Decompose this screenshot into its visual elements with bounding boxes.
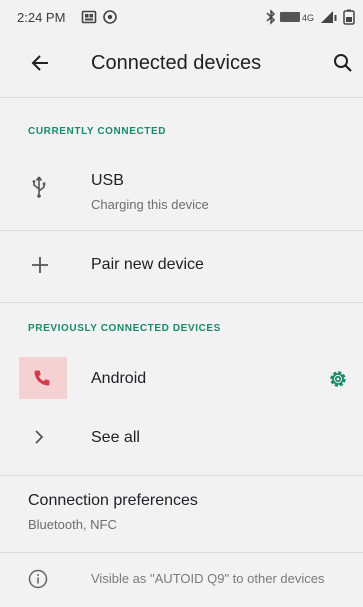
pair-new-device-label: Pair new device	[91, 256, 204, 273]
usb-subtitle: Charging this device	[91, 197, 209, 212]
plus-icon	[30, 255, 50, 275]
connection-preferences-subtitle: Bluetooth, NFC	[28, 517, 117, 532]
divider	[0, 230, 363, 231]
gear-icon[interactable]	[327, 368, 349, 390]
connection-preferences-row[interactable]: Connection preferences Bluetooth, NFC	[0, 480, 363, 542]
divider	[0, 97, 363, 98]
pair-new-device-row[interactable]: Pair new device	[0, 241, 363, 291]
previous-device-row[interactable]: Android	[0, 352, 363, 406]
divider	[0, 475, 363, 476]
info-icon	[27, 568, 49, 590]
section-currently-connected: CURRENTLY CONNECTED	[28, 126, 167, 137]
divider	[0, 302, 363, 303]
connection-preferences-title: Connection preferences	[28, 492, 198, 509]
see-all-row[interactable]: See all	[0, 412, 363, 462]
usb-row[interactable]: USB Charging this device	[0, 160, 363, 226]
usb-icon	[31, 175, 47, 199]
see-all-label: See all	[91, 429, 140, 446]
battery-icon	[342, 9, 356, 25]
volte-4g-icon: 4G	[280, 11, 318, 23]
page-title: Connected devices	[91, 52, 262, 74]
chevron-right-icon	[32, 429, 46, 445]
status-bar: 2:24 PM 4G	[0, 0, 363, 36]
sync-icon	[102, 9, 118, 25]
divider	[0, 552, 363, 553]
phone-icon	[32, 368, 52, 388]
visibility-text: Visible as "AUTOID Q9" to other devices	[91, 571, 325, 586]
previous-device-name: Android	[91, 370, 147, 387]
app-bar: Connected devices	[0, 36, 363, 92]
search-icon[interactable]	[331, 51, 355, 75]
signal-icon	[319, 9, 337, 25]
bluetooth-icon	[265, 9, 277, 25]
arrow-back-icon[interactable]	[28, 50, 54, 76]
section-previously-connected: PREVIOUSLY CONNECTED DEVICES	[28, 323, 221, 334]
network-label: 4G	[302, 13, 314, 23]
status-time: 2:24 PM	[17, 10, 66, 25]
gallery-icon	[81, 9, 97, 25]
usb-title: USB	[91, 172, 124, 189]
